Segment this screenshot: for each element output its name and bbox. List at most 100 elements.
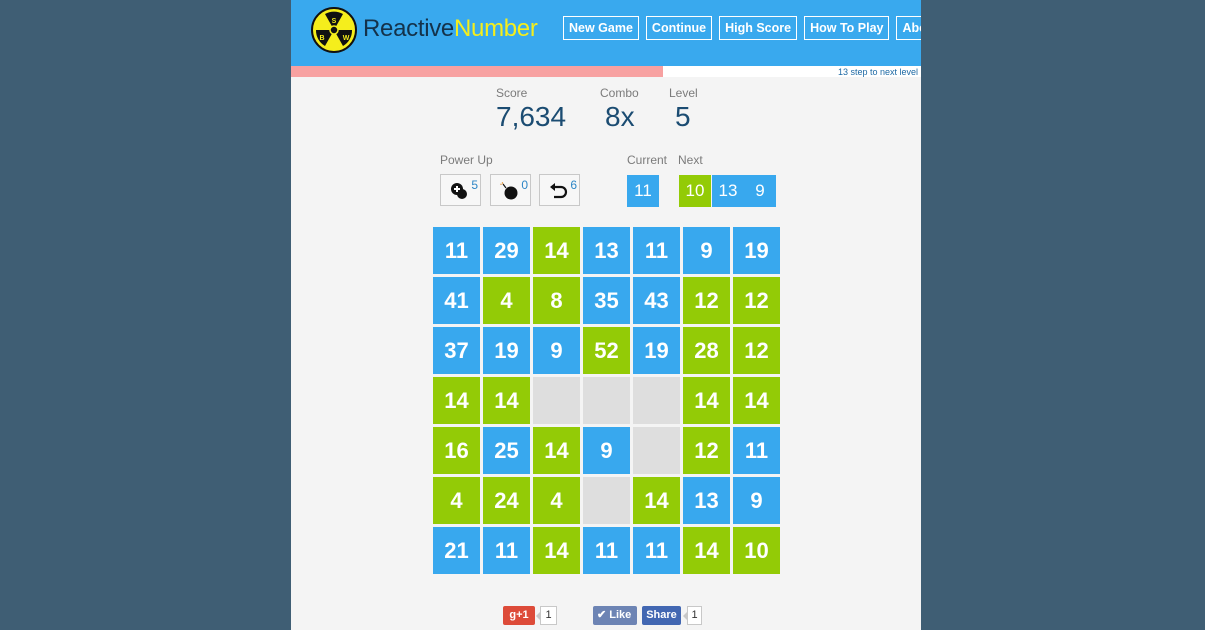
game-container: S W B ReactiveNumber New Game Continue H… [291, 0, 921, 630]
facebook-share-count: 1 [683, 606, 702, 625]
board-tile[interactable]: 14 [533, 427, 580, 474]
level-progress-text: 13 step to next level [837, 67, 918, 77]
undo-power-up-button[interactable]: 6 [539, 174, 580, 206]
board-tile[interactable]: 13 [683, 477, 730, 524]
like-label: Like [609, 609, 632, 621]
combo-label: Combo [600, 86, 639, 100]
bomb-count: 0 [521, 178, 528, 192]
svg-text:S: S [332, 18, 337, 25]
board-tile[interactable]: 14 [683, 527, 730, 574]
continue-button[interactable]: Continue [645, 16, 713, 40]
board-tile[interactable]: 11 [433, 227, 480, 274]
board-tile[interactable]: 10 [733, 527, 780, 574]
board-tile[interactable]: 19 [633, 327, 680, 374]
check-icon: ✔ [597, 609, 607, 621]
main-nav: New Game Continue High Score How To Play… [563, 16, 921, 40]
facebook-share-button[interactable]: Share [642, 606, 681, 625]
board-tile[interactable]: 14 [683, 377, 730, 424]
brand-part-1: Reactive [363, 15, 454, 42]
board-tile[interactable]: 4 [483, 277, 530, 324]
board-tile[interactable]: 9 [583, 427, 630, 474]
combo-stat: Combo 8x [600, 86, 639, 133]
power-up-label: Power Up [440, 153, 493, 167]
current-tile: 11 [627, 175, 659, 207]
board-tile[interactable]: 19 [483, 327, 530, 374]
board-tile[interactable]: 9 [733, 477, 780, 524]
new-game-button[interactable]: New Game [563, 16, 639, 40]
board-tile[interactable]: 11 [633, 227, 680, 274]
board-tile[interactable]: 12 [733, 327, 780, 374]
empty-cell[interactable] [583, 477, 630, 524]
board-tile[interactable]: 14 [483, 377, 530, 424]
how-to-play-button[interactable]: How To Play [804, 16, 890, 40]
svg-text:W: W [343, 35, 350, 42]
board-tile[interactable]: 43 [633, 277, 680, 324]
board-tile[interactable]: 16 [433, 427, 480, 474]
bomb-icon [500, 182, 518, 200]
add-cell-count: 5 [471, 178, 478, 192]
empty-cell[interactable] [633, 377, 680, 424]
score-value: 7,634 [496, 101, 567, 132]
google-plus-count: 1 [536, 606, 557, 625]
board-tile[interactable]: 24 [483, 477, 530, 524]
undo-count: 6 [570, 178, 577, 192]
board-tile[interactable]: 28 [683, 327, 730, 374]
facebook-like-button[interactable]: ✔ Like [593, 606, 637, 625]
next-label: Next [678, 153, 703, 167]
about-button[interactable]: About [896, 16, 921, 40]
brand-part-2: Number [453, 15, 538, 42]
level-progress-fill [291, 66, 663, 77]
score-stat: Score 7,634 [496, 86, 566, 133]
level-progress-bar: 13 step to next level [291, 66, 921, 77]
next-tile-3: 9 [744, 175, 776, 207]
radiation-logo-icon[interactable]: S W B [311, 7, 357, 53]
board-tile[interactable]: 12 [683, 427, 730, 474]
score-label: Score [496, 86, 528, 100]
add-cell-power-up-button[interactable]: 5 [440, 174, 481, 206]
board-tile[interactable]: 8 [533, 277, 580, 324]
header-bar: S W B ReactiveNumber New Game Continue H… [291, 0, 921, 66]
bomb-power-up-button[interactable]: 0 [490, 174, 531, 206]
board-tile[interactable]: 37 [433, 327, 480, 374]
board-tile[interactable]: 14 [533, 227, 580, 274]
next-tile-2: 13 [712, 175, 744, 207]
empty-cell[interactable] [633, 427, 680, 474]
board-tile[interactable]: 9 [533, 327, 580, 374]
board-tile[interactable]: 11 [733, 427, 780, 474]
high-score-button[interactable]: High Score [719, 16, 798, 40]
google-plus-button[interactable]: g+1 [503, 606, 535, 625]
board-tile[interactable]: 12 [683, 277, 730, 324]
board-tile[interactable]: 41 [433, 277, 480, 324]
board-tile[interactable]: 13 [583, 227, 630, 274]
svg-text:B: B [319, 35, 324, 42]
board-tile[interactable]: 29 [483, 227, 530, 274]
board-tile[interactable]: 4 [533, 477, 580, 524]
undo-icon [550, 183, 568, 199]
game-board: 11 29 14 13 11 9 19 41 4 8 35 43 12 12 37 19 9 52 19 28 12 14… [433, 227, 780, 574]
level-label: Level [669, 86, 698, 100]
combo-value: 8x [605, 101, 635, 132]
board-tile[interactable]: 14 [633, 477, 680, 524]
board-tile[interactable]: 35 [583, 277, 630, 324]
board-tile[interactable]: 25 [483, 427, 530, 474]
brand-title: ReactiveNumber [363, 15, 538, 43]
board-tile[interactable]: 14 [733, 377, 780, 424]
board-tile[interactable]: 11 [633, 527, 680, 574]
level-value: 5 [675, 101, 691, 132]
empty-cell[interactable] [583, 377, 630, 424]
board-tile[interactable]: 11 [583, 527, 630, 574]
board-tile[interactable]: 11 [483, 527, 530, 574]
board-tile[interactable]: 52 [583, 327, 630, 374]
board-tile[interactable]: 21 [433, 527, 480, 574]
board-tile[interactable]: 4 [433, 477, 480, 524]
add-cell-icon [451, 183, 467, 199]
board-tile[interactable]: 9 [683, 227, 730, 274]
board-tile[interactable]: 14 [533, 527, 580, 574]
board-tile[interactable]: 14 [433, 377, 480, 424]
next-tile-1: 10 [679, 175, 711, 207]
empty-cell[interactable] [533, 377, 580, 424]
board-tile[interactable]: 12 [733, 277, 780, 324]
level-stat: Level 5 [669, 86, 698, 133]
current-label: Current [627, 153, 668, 167]
board-tile[interactable]: 19 [733, 227, 780, 274]
